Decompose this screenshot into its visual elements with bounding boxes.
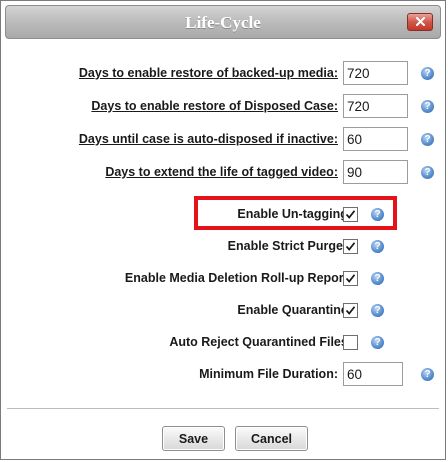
option-row-quarantine: Enable Quarantine: ? <box>7 298 439 326</box>
close-icon <box>416 17 425 26</box>
help-icon[interactable]: ? <box>421 133 434 146</box>
auto-dispose-days-input[interactable] <box>343 127 408 151</box>
field-row-extend-tagged: Days to extend the life of tagged video:… <box>7 160 439 188</box>
highlight-box <box>194 196 397 230</box>
option-row-media-deletion-report: Enable Media Deletion Roll-up Report: ? <box>7 266 439 294</box>
restore-disposed-days-input[interactable] <box>343 94 408 118</box>
field-row-min-duration: Minimum File Duration: ? <box>7 362 439 390</box>
media-deletion-report-checkbox[interactable] <box>343 271 358 286</box>
help-icon[interactable]: ? <box>421 67 434 80</box>
restore-backed-up-days-input[interactable] <box>343 61 408 85</box>
checkmark-icon <box>345 274 356 283</box>
cancel-button[interactable]: Cancel <box>235 426 308 451</box>
checkmark-icon <box>345 242 356 251</box>
help-icon[interactable]: ? <box>421 368 434 381</box>
close-button[interactable] <box>407 13 433 31</box>
help-icon[interactable]: ? <box>371 336 384 349</box>
quarantine-label: Enable Quarantine: <box>237 303 352 317</box>
auto-dispose-label: Days until case is auto-disposed if inac… <box>78 132 338 146</box>
option-row-strict-purger: Enable Strict Purger: ? <box>7 234 439 262</box>
media-deletion-report-label: Enable Media Deletion Roll-up Report: <box>124 271 352 285</box>
help-icon[interactable]: ? <box>371 272 384 285</box>
save-button[interactable]: Save <box>162 426 225 451</box>
strict-purger-checkbox[interactable] <box>343 239 358 254</box>
restore-backed-up-label: Days to enable restore of backed-up medi… <box>78 66 338 80</box>
option-row-auto-reject: Auto Reject Quarantined Files: ? <box>7 330 439 358</box>
title-bar[interactable]: Life-Cycle <box>5 5 441 39</box>
field-row-auto-dispose: Days until case is auto-disposed if inac… <box>7 127 439 155</box>
life-cycle-dialog: Life-Cycle Days to enable restore of bac… <box>0 0 446 460</box>
quarantine-checkbox[interactable] <box>343 303 358 318</box>
dialog-title: Life-Cycle <box>185 13 261 32</box>
auto-reject-checkbox[interactable] <box>343 335 358 350</box>
help-icon[interactable]: ? <box>421 166 434 179</box>
help-icon[interactable]: ? <box>371 304 384 317</box>
min-duration-input[interactable] <box>343 362 403 386</box>
divider <box>7 408 439 409</box>
checkmark-icon <box>345 306 356 315</box>
field-row-restore-disposed: Days to enable restore of Disposed Case:… <box>7 94 439 122</box>
strict-purger-label: Enable Strict Purger: <box>227 239 352 253</box>
auto-reject-label: Auto Reject Quarantined Files: <box>169 335 352 349</box>
min-duration-label: Minimum File Duration: <box>199 367 338 381</box>
extend-tagged-label: Days to extend the life of tagged video: <box>105 165 338 179</box>
field-row-restore-backed-up: Days to enable restore of backed-up medi… <box>7 61 439 89</box>
help-icon[interactable]: ? <box>421 100 434 113</box>
restore-disposed-label: Days to enable restore of Disposed Case: <box>91 99 338 113</box>
help-icon[interactable]: ? <box>371 240 384 253</box>
extend-tagged-days-input[interactable] <box>343 160 408 184</box>
